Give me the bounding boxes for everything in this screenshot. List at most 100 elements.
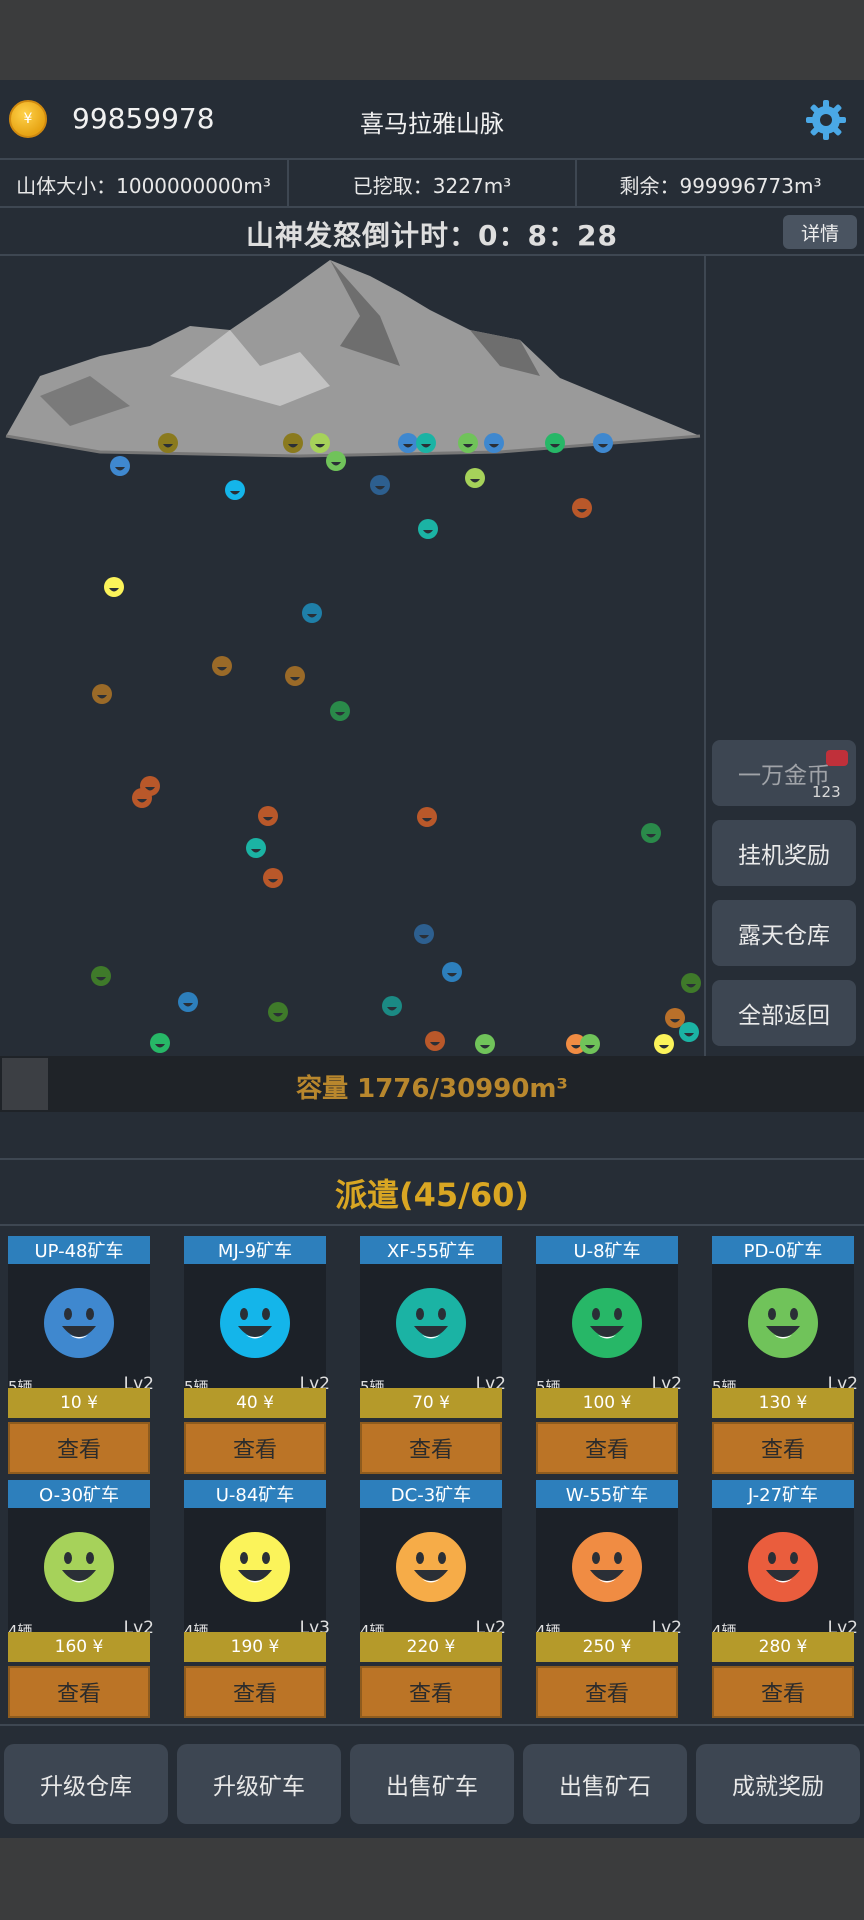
miner-dot xyxy=(417,807,437,827)
remaining-stat: 剩余：999996773m³ xyxy=(619,174,822,198)
view-cart-button[interactable]: 查看 xyxy=(8,1422,150,1474)
smiley-face-icon xyxy=(748,1532,818,1602)
divider xyxy=(0,1224,864,1226)
miner-dot xyxy=(398,433,418,453)
miner-dot xyxy=(110,456,130,476)
cart-name: U-8矿车 xyxy=(536,1236,678,1264)
view-cart-button[interactable]: 查看 xyxy=(536,1666,678,1718)
miner-dot xyxy=(545,433,565,453)
miner-dot xyxy=(92,684,112,704)
cart-price: 100 ¥ xyxy=(536,1388,678,1418)
miner-dot xyxy=(212,656,232,676)
cart-price: 70 ¥ xyxy=(360,1388,502,1418)
miner-dot xyxy=(283,433,303,453)
smiley-face-icon xyxy=(748,1288,818,1358)
miner-dot xyxy=(654,1034,674,1054)
miner-dot xyxy=(425,1031,445,1051)
cart-name: W-55矿车 xyxy=(536,1480,678,1508)
miner-dot xyxy=(225,480,245,500)
miner-dot xyxy=(326,451,346,471)
miner-dot xyxy=(263,868,283,888)
view-cart-button[interactable]: 查看 xyxy=(360,1666,502,1718)
idle-reward-button[interactable]: 挂机奖励 xyxy=(712,820,856,886)
miner-dot xyxy=(458,433,478,453)
cart-name: MJ-9矿车 xyxy=(184,1236,326,1264)
cart-price: 250 ¥ xyxy=(536,1632,678,1662)
miner-dot xyxy=(442,962,462,982)
open-warehouse-button[interactable]: 露天仓库 xyxy=(712,900,856,966)
miner-dot xyxy=(258,806,278,826)
view-cart-button[interactable]: 查看 xyxy=(184,1666,326,1718)
miner-dot xyxy=(91,966,111,986)
cart-name: PD-0矿车 xyxy=(712,1236,854,1264)
miner-dot xyxy=(330,701,350,721)
divider xyxy=(0,206,864,208)
cart-price: 10 ¥ xyxy=(8,1388,150,1418)
miner-dot xyxy=(285,666,305,686)
mountain-size-stat: 山体大小：1000000000m³ xyxy=(16,174,271,198)
miner-dot xyxy=(484,433,504,453)
miner-dot xyxy=(641,823,661,843)
miner-dot xyxy=(132,788,152,808)
smiley-face-icon xyxy=(572,1532,642,1602)
wrath-countdown: 山神发怒倒计时：0：8：28 xyxy=(246,219,618,252)
divider xyxy=(0,158,864,160)
cart-card: MJ-9矿车 5辆 Lv2 40 ¥ 查看 xyxy=(184,1236,330,1474)
cart-card: UP-48矿车 5辆 Lv2 10 ¥ 查看 xyxy=(8,1236,154,1474)
miner-dot xyxy=(178,992,198,1012)
sell-cart-button[interactable]: 出售矿车 xyxy=(350,1744,514,1824)
mountain-illustration xyxy=(5,260,701,458)
ad-badge-icon xyxy=(826,750,848,766)
details-button[interactable]: 详情 xyxy=(783,215,857,249)
cart-price: 160 ¥ xyxy=(8,1632,150,1662)
cart-name: XF-55矿车 xyxy=(360,1236,502,1264)
smiley-face-icon xyxy=(44,1288,114,1358)
cart-card: U-84矿车 4辆 Lv3 190 ¥ 查看 xyxy=(184,1480,330,1718)
cart-card: J-27矿车 4辆 Lv2 280 ¥ 查看 xyxy=(712,1480,858,1718)
sell-ore-button[interactable]: 出售矿石 xyxy=(523,1744,687,1824)
view-cart-button[interactable]: 查看 xyxy=(8,1666,150,1718)
miner-dots xyxy=(91,433,701,1054)
cart-card: DC-3矿车 4辆 Lv2 220 ¥ 查看 xyxy=(360,1480,506,1718)
miner-dot xyxy=(681,973,701,993)
mountain-title: 喜马拉雅山脉 xyxy=(360,110,504,138)
dispatch-title: 派遣(45/60) xyxy=(334,1176,529,1214)
smiley-face-icon xyxy=(396,1288,466,1358)
upgrade-cart-button[interactable]: 升级矿车 xyxy=(177,1744,341,1824)
upgrade-warehouse-button[interactable]: 升级仓库 xyxy=(4,1744,168,1824)
miner-dot xyxy=(268,1002,288,1022)
cart-card: PD-0矿车 5辆 Lv2 130 ¥ 查看 xyxy=(712,1236,858,1474)
capacity-text: 容量 1776/30990m³ xyxy=(296,1074,568,1104)
smiley-face-icon xyxy=(572,1288,642,1358)
miner-dot xyxy=(310,433,330,453)
smiley-face-icon xyxy=(44,1532,114,1602)
miner-dot xyxy=(572,498,592,518)
view-cart-button[interactable]: 查看 xyxy=(184,1422,326,1474)
divider xyxy=(0,1724,864,1726)
return-all-button[interactable]: 全部返回 xyxy=(712,980,856,1046)
smiley-face-icon xyxy=(220,1532,290,1602)
miner-dot xyxy=(679,1022,699,1042)
cart-name: O-30矿车 xyxy=(8,1480,150,1508)
miner-dot xyxy=(158,433,178,453)
cart-name: DC-3矿车 xyxy=(360,1480,502,1508)
miner-dot xyxy=(418,519,438,539)
miner-dot xyxy=(416,433,436,453)
view-cart-button[interactable]: 查看 xyxy=(712,1666,854,1718)
view-cart-button[interactable]: 查看 xyxy=(536,1422,678,1474)
mining-field xyxy=(5,260,701,1054)
cart-price: 220 ¥ xyxy=(360,1632,502,1662)
view-cart-button[interactable]: 查看 xyxy=(712,1422,854,1474)
miner-dot xyxy=(150,1033,170,1053)
cart-name: U-84矿车 xyxy=(184,1480,326,1508)
cart-name: UP-48矿车 xyxy=(8,1236,150,1264)
gear-icon[interactable] xyxy=(804,98,848,142)
cart-card: U-8矿车 5辆 Lv2 100 ¥ 查看 xyxy=(536,1236,682,1474)
miner-dot xyxy=(414,924,434,944)
achievement-reward-button[interactable]: 成就奖励 xyxy=(696,1744,860,1824)
mined-stat: 已挖取：3227m³ xyxy=(352,174,512,198)
cart-card: O-30矿车 4辆 Lv2 160 ¥ 查看 xyxy=(8,1480,154,1718)
cart-price: 40 ¥ xyxy=(184,1388,326,1418)
miner-dot xyxy=(370,475,390,495)
view-cart-button[interactable]: 查看 xyxy=(360,1422,502,1474)
